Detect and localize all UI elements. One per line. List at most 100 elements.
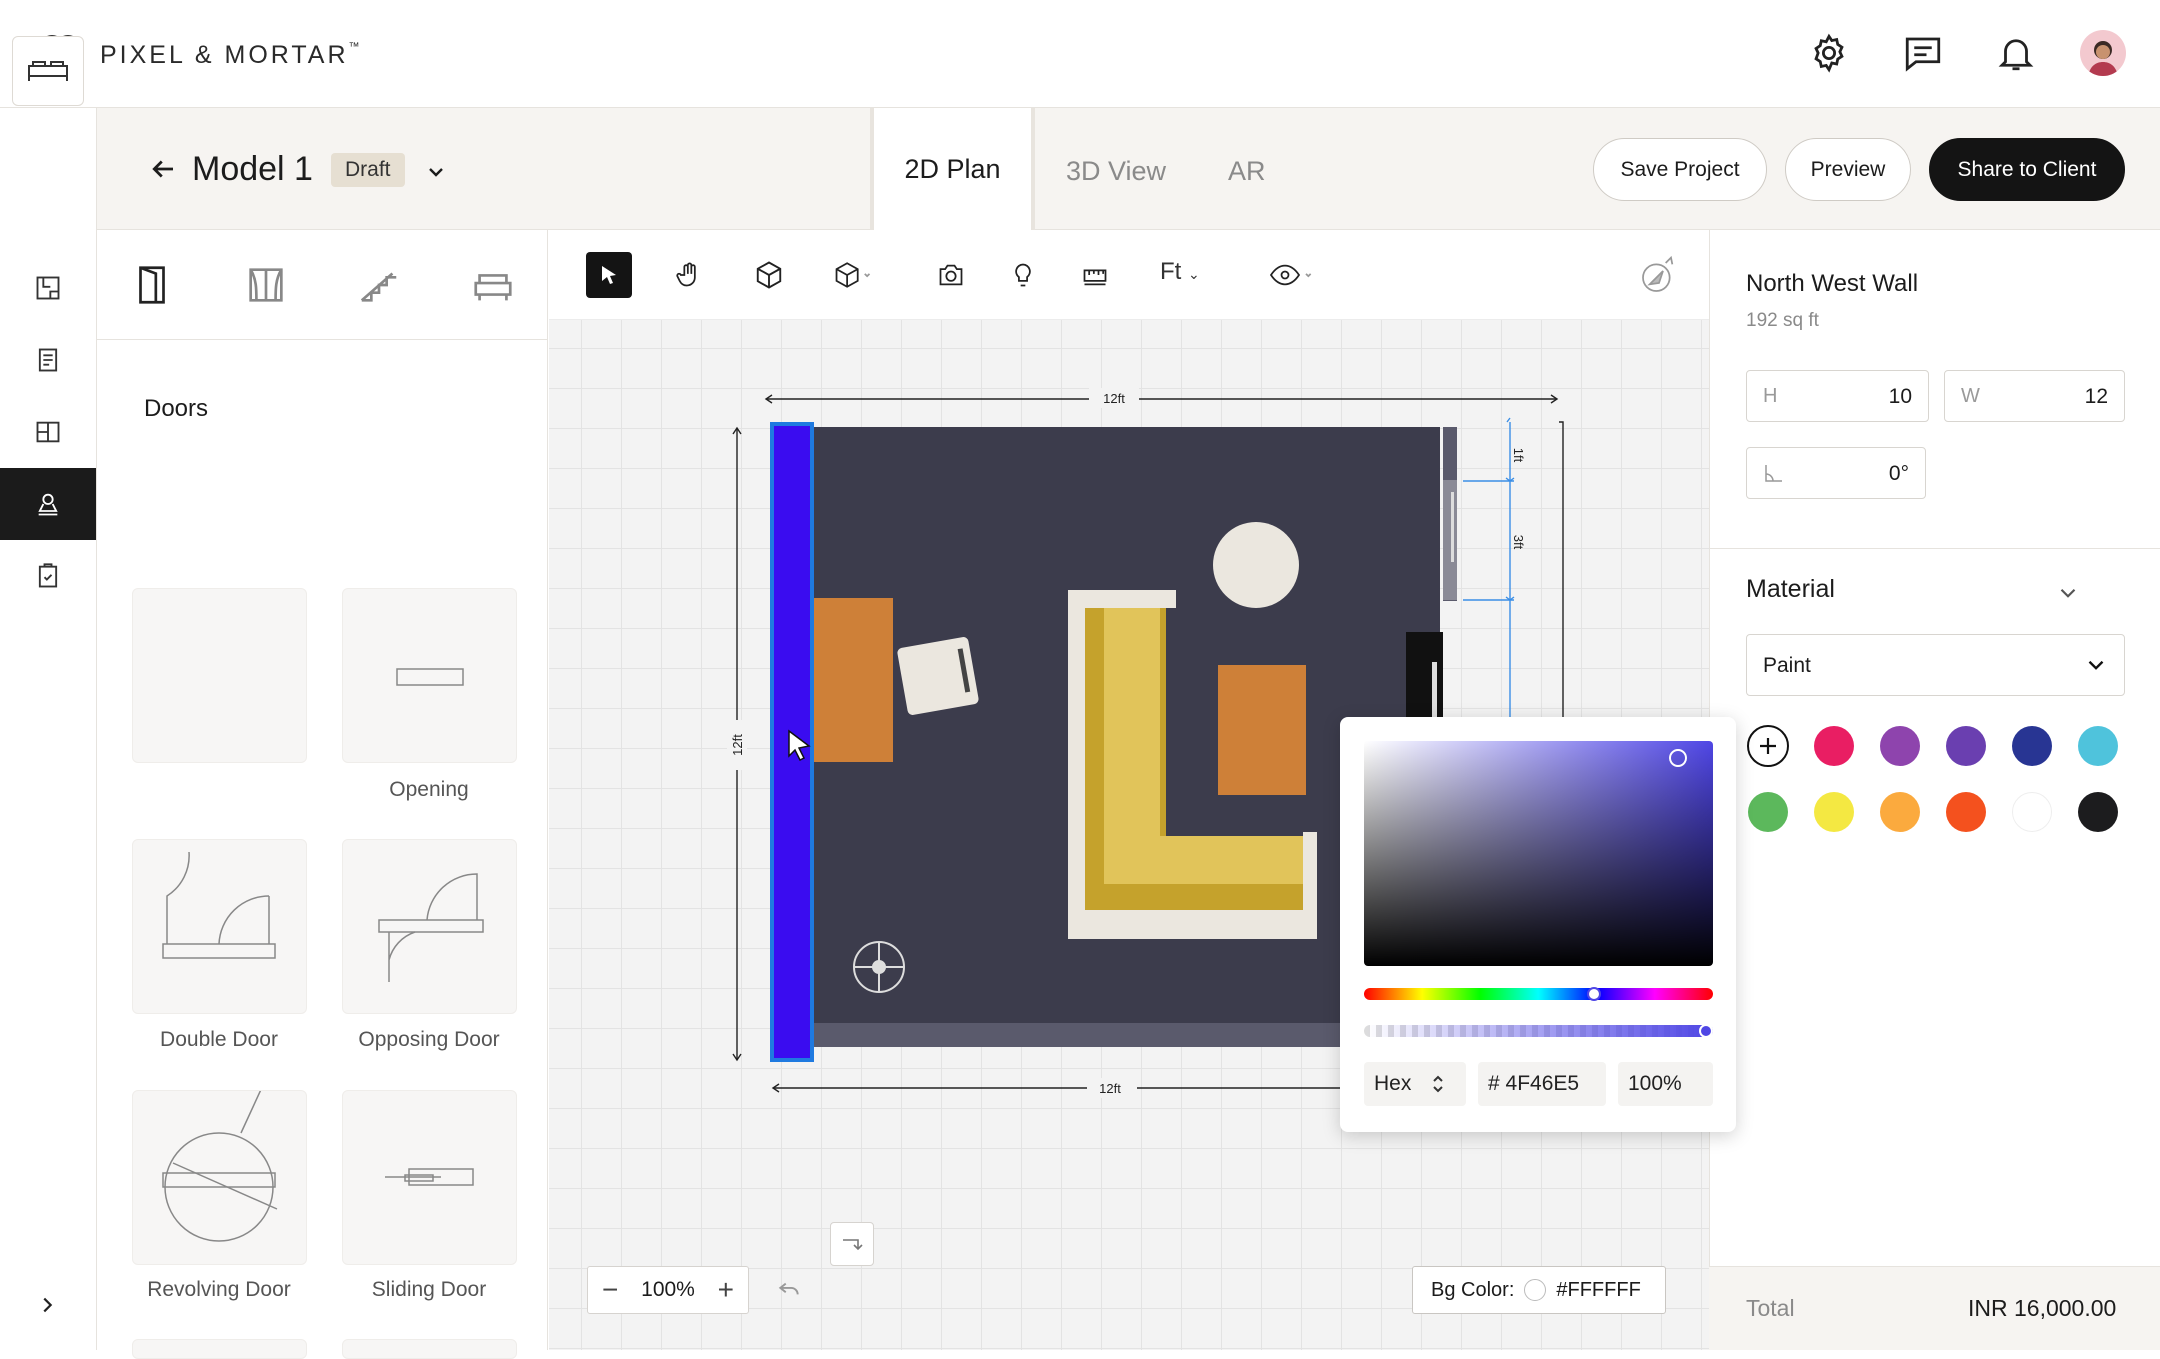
angle-field[interactable]: 0° — [1746, 447, 1926, 499]
settings-icon[interactable] — [1808, 32, 1850, 74]
catalog-tile-revolving-door[interactable] — [132, 1090, 307, 1265]
material-select[interactable]: Paint — [1746, 634, 2125, 696]
total-value: INR 16,000.00 — [1968, 1295, 2117, 1321]
rotate-view-icon[interactable] — [830, 1222, 874, 1266]
catalog-tile-sliding-door[interactable] — [342, 1090, 517, 1265]
catalog-tile-opposing-door[interactable] — [342, 839, 517, 1014]
select-tool-cursor-icon[interactable] — [586, 252, 632, 298]
bell-icon[interactable] — [1995, 32, 2037, 74]
bg-color-swatch[interactable] — [1524, 1279, 1547, 1301]
category-door-icon[interactable] — [129, 262, 175, 308]
model-menu-chevron-down-icon[interactable] — [424, 160, 448, 184]
zoom-out-button[interactable]: − — [602, 1274, 618, 1306]
category-sofa-icon[interactable] — [470, 262, 516, 308]
color-swatch[interactable] — [1814, 792, 1854, 832]
saturation-handle[interactable] — [1669, 749, 1687, 767]
hue-slider[interactable] — [1364, 988, 1713, 1000]
tab-2d-plan[interactable]: 2D Plan — [870, 108, 1035, 230]
expand-rail-chevron-icon[interactable] — [36, 1294, 58, 1316]
rail-floorplan-icon[interactable] — [0, 252, 96, 324]
divider — [1709, 548, 2160, 549]
tab-ar[interactable]: AR — [1228, 156, 1266, 187]
undo-icon[interactable] — [776, 1276, 802, 1302]
catalog-tile-partial[interactable] — [342, 1339, 517, 1359]
width-field[interactable]: W 12 — [1944, 370, 2125, 422]
light-bulb-icon[interactable] — [1000, 252, 1046, 298]
height-value[interactable]: 10 — [1889, 385, 1912, 409]
color-swatch[interactable] — [2078, 726, 2118, 766]
dimension-right-label-1: 1ft — [1511, 448, 1526, 463]
alpha-handle[interactable] — [1699, 1024, 1713, 1038]
chevron-down-icon — [2083, 652, 2109, 678]
bg-color-value: #FFFFFF — [1556, 1278, 1641, 1301]
width-label: W — [1961, 385, 1980, 407]
ottoman-furniture[interactable] — [1218, 665, 1306, 795]
project-thumbnail-button[interactable] — [12, 36, 84, 106]
catalog-label-revolving-door: Revolving Door — [147, 1278, 291, 1301]
preview-button[interactable]: Preview — [1785, 138, 1911, 201]
wall-area: 192 sq ft — [1746, 310, 1819, 331]
angle-value[interactable]: 0° — [1889, 462, 1909, 486]
window-opening[interactable] — [1443, 480, 1457, 600]
color-swatch[interactable] — [1814, 726, 1854, 766]
height-label: H — [1763, 385, 1778, 407]
saturation-value-area[interactable] — [1364, 741, 1713, 966]
catalog-tile-opening[interactable] — [342, 588, 517, 763]
unit-dropdown[interactable]: Ft ⌄ — [1160, 258, 1200, 286]
compass-north-icon[interactable] — [1636, 252, 1682, 298]
background-color-control[interactable]: Bg Color: #FFFFFF — [1412, 1266, 1666, 1314]
material-collapse-chevron-down-icon[interactable] — [2055, 580, 2081, 606]
rail-clipboard-icon[interactable] — [0, 540, 96, 612]
share-to-client-button[interactable]: Share to Client — [1929, 138, 2125, 201]
catalog-tile-partial[interactable] — [132, 1339, 307, 1359]
catalog-tile-double-door[interactable] — [132, 839, 307, 1014]
category-window-curtain-icon[interactable] — [243, 262, 289, 308]
color-swatch[interactable] — [2012, 726, 2052, 766]
cube-dropdown-icon[interactable] — [830, 252, 876, 298]
catalog-label-opening: Opening — [389, 778, 469, 801]
save-project-button[interactable]: Save Project — [1593, 138, 1767, 201]
origin-target-icon[interactable] — [853, 941, 905, 993]
rail-user-pin-icon[interactable] — [0, 468, 96, 540]
canvas-toolbar — [549, 230, 1709, 320]
rail-layout-icon[interactable] — [0, 396, 96, 468]
zoom-level: 100% — [641, 1278, 695, 1301]
pan-tool-hand-icon[interactable] — [666, 252, 712, 298]
height-field[interactable]: H 10 — [1746, 370, 1929, 422]
dimension-top — [764, 394, 1559, 404]
zoom-control: − 100% + — [587, 1266, 749, 1314]
status-badge: Draft — [331, 153, 405, 187]
color-swatch[interactable] — [2078, 792, 2118, 832]
rail-catalog-icon[interactable] — [0, 324, 96, 396]
add-color-button[interactable] — [1747, 725, 1789, 767]
color-swatch[interactable] — [1880, 726, 1920, 766]
model-title[interactable]: Model 1 — [192, 150, 313, 189]
wall-name: North West Wall — [1746, 270, 1919, 297]
color-swatch[interactable] — [1880, 792, 1920, 832]
color-format-select[interactable]: Hex — [1364, 1062, 1466, 1106]
color-swatch[interactable] — [2012, 792, 2052, 832]
color-swatch[interactable] — [1946, 726, 1986, 766]
dimension-top-label: 12ft — [1103, 391, 1125, 406]
color-swatch[interactable] — [1946, 792, 1986, 832]
3d-object-icon[interactable] — [746, 252, 792, 298]
catalog-tile-blank[interactable] — [132, 588, 307, 763]
hex-input[interactable]: # 4F46E5 — [1478, 1062, 1606, 1106]
color-swatch[interactable] — [1748, 792, 1788, 832]
category-stairs-icon[interactable] — [356, 262, 402, 308]
zoom-in-button[interactable]: + — [718, 1274, 734, 1306]
material-select-value: Paint — [1763, 654, 1811, 677]
tab-3d-view[interactable]: 3D View — [1066, 156, 1166, 187]
width-value[interactable]: 12 — [2085, 385, 2108, 409]
cabinet-furniture[interactable] — [814, 598, 893, 762]
back-arrow-icon[interactable] — [148, 154, 178, 184]
round-table-furniture[interactable] — [1213, 522, 1299, 608]
chat-icon[interactable] — [1902, 32, 1944, 74]
visibility-eye-icon[interactable] — [1262, 252, 1322, 298]
alpha-input[interactable]: 100% — [1618, 1062, 1713, 1106]
measure-ruler-icon[interactable] — [1072, 252, 1118, 298]
dimension-left-label: 12ft — [730, 734, 745, 756]
alpha-slider[interactable] — [1364, 1025, 1713, 1037]
avatar[interactable] — [2080, 30, 2126, 76]
camera-icon[interactable] — [928, 252, 974, 298]
